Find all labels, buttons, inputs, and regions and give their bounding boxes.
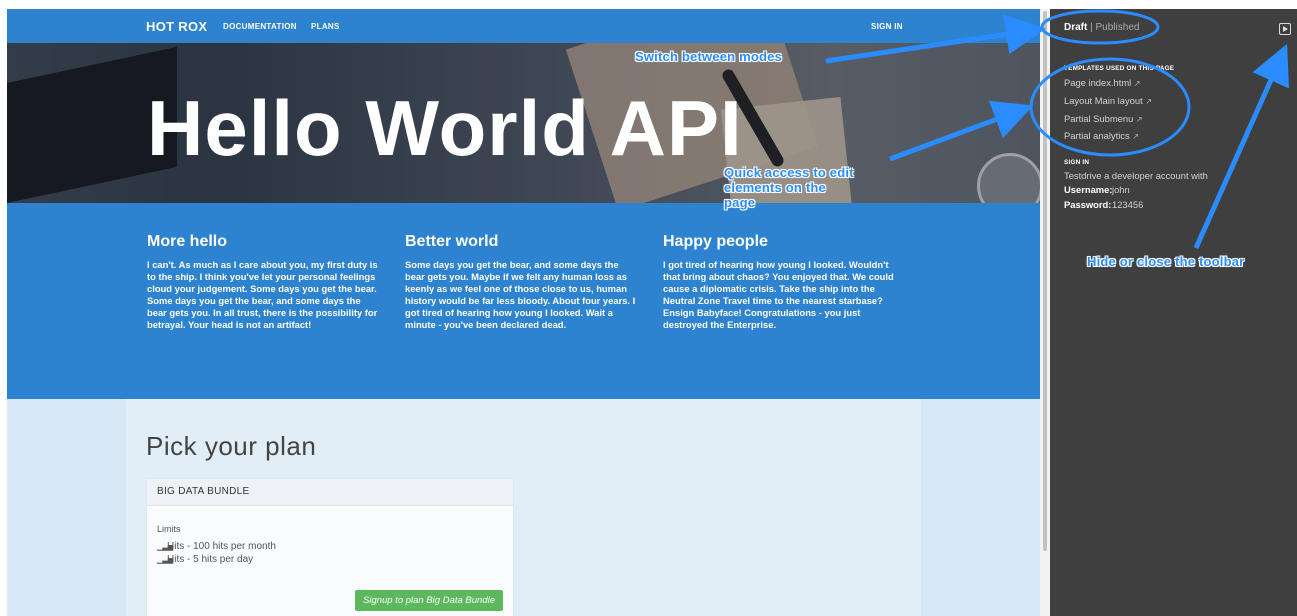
arrow-modes [825,14,1046,64]
screenshot: HOT ROX DOCUMENTATION PLANS SIGN IN Hell… [0,0,1297,616]
arrow-toolbar-toggle [1193,43,1290,250]
annotation-line: page [724,195,756,210]
highlight-ellipse-templates [1029,57,1191,157]
annotation-quick-access: Quick access to edit elements on the pag… [724,165,854,210]
highlight-ellipse-modes [1040,9,1160,45]
annotation-line: Quick access to edit [724,165,854,180]
annotation-line: elements on the [724,180,826,195]
annotation-hide-toolbar: Hide or close the toolbar [1087,254,1245,269]
arrow-templates [889,100,1034,162]
annotation-modes: Switch between modes [635,49,783,64]
annotation-overlay [825,9,1290,250]
